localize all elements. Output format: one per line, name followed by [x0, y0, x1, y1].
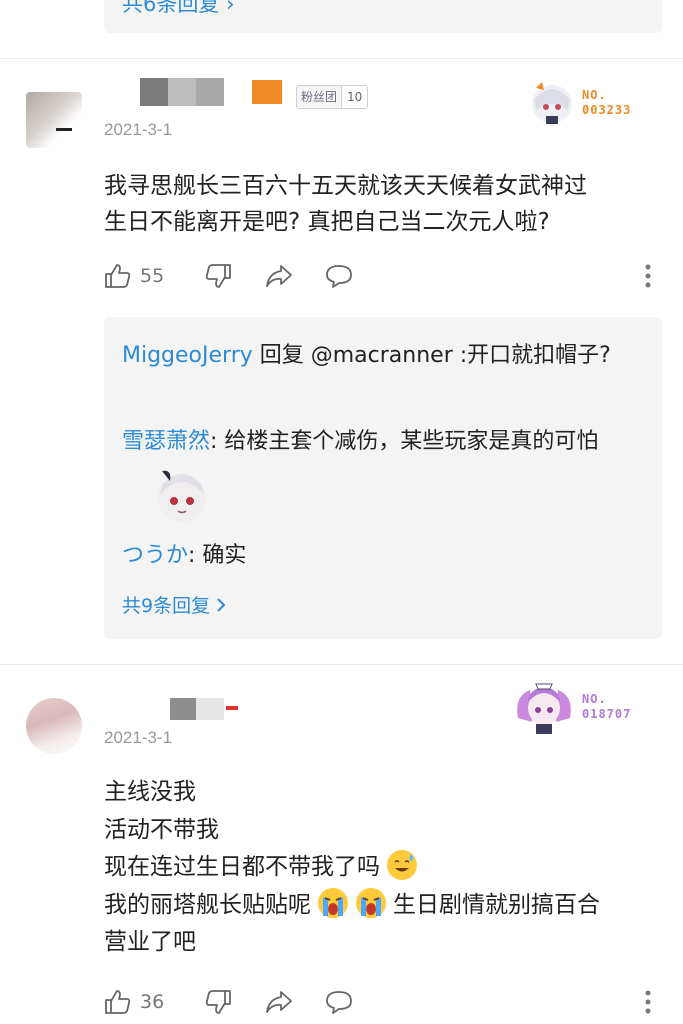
reply-text: : 确实 [188, 543, 247, 568]
thumbs-down-icon [206, 990, 232, 1014]
previous-more-replies-link[interactable]: 共6条回复 › [122, 0, 234, 18]
level-icon [252, 80, 282, 104]
badge-number-label: NO. [582, 88, 607, 102]
reply-button[interactable] [324, 988, 354, 1016]
share-arrow-icon [266, 265, 293, 287]
more-options-button[interactable] [644, 989, 652, 1015]
anime-girl-avatar-icon [532, 82, 572, 124]
comment-actions: 36 [104, 988, 652, 1016]
comment-date: 2021-3-1 [104, 728, 173, 747]
chat-bubble-icon [326, 991, 353, 1014]
badge-number: 018707 [582, 707, 632, 721]
reply-username[interactable]: MiggeoJerry [122, 343, 253, 368]
reply-item[interactable]: MiggeoJerry 回复 @macranner :开口就扣帽子? [122, 337, 642, 375]
username-redacted[interactable] [170, 698, 196, 720]
thumbs-down-icon [206, 264, 232, 288]
more-vertical-icon [645, 990, 651, 1014]
anime-sticker-icon [158, 470, 206, 522]
like-count: 36 [140, 991, 165, 1013]
content-line: 主线没我 [104, 779, 196, 805]
content-line: 我寻思舰长三百六十五天就该天天候着女武神过 [104, 173, 587, 199]
chevron-right-icon [217, 597, 226, 612]
decoration-card[interactable]: NO. 018707 [512, 678, 631, 736]
comment-actions: 55 [104, 262, 652, 290]
reply-item[interactable]: 雪瑟萧然: 给楼主套个减伤，某些玩家是真的可怕 [122, 423, 642, 461]
more-replies-link[interactable]: 共9条回复 [122, 591, 226, 618]
more-replies-label: 共9条回复 [122, 595, 211, 617]
crying-face-emoji-icon [355, 887, 386, 918]
more-options-button[interactable] [644, 263, 652, 289]
reply-text: : 给楼主套个减伤，某些玩家是真的可怕 [210, 429, 599, 454]
reply-preview-box[interactable]: MiggeoJerry 回复 @macranner :开口就扣帽子? 雪瑟萧然:… [104, 317, 662, 639]
reply-username[interactable]: つうか [122, 543, 188, 568]
content-line: 生日不能离开是吧? 真把自己当二次元人啦? [104, 209, 550, 235]
crying-face-emoji-icon [318, 887, 349, 918]
avatar[interactable] [26, 698, 82, 754]
badge-number-label: NO. [582, 692, 607, 706]
content-text: 生日剧情就别搞百合 [392, 891, 600, 918]
more-replies-label: 共6条回复 [122, 0, 220, 16]
comment-content: 我寻思舰长三百六十五天就该天天候着女武神过 生日不能离开是吧? 真把自己当二次元… [104, 168, 664, 240]
like-count: 55 [140, 265, 165, 287]
content-line: 我的丽塔舰长贴贴呢 生日剧情就别搞百合 [104, 887, 664, 925]
thumbs-up-icon [105, 264, 131, 288]
username-redacted [196, 698, 224, 720]
content-line: 活动不带我 [104, 816, 219, 843]
comment-content: 主线没我 活动不带我 现在连过生日都不带我了吗 我的丽塔舰长贴贴呢 生日剧情就别… [104, 774, 664, 962]
level-icon [226, 706, 238, 710]
thumbs-up-icon [105, 990, 131, 1014]
anime-maid-avatar-icon [517, 683, 571, 734]
share-button[interactable] [264, 988, 294, 1016]
like-button[interactable]: 55 [104, 262, 164, 290]
reply-text: 回复 @macranner :开口就扣帽子? [252, 343, 611, 368]
fan-group-badge[interactable]: 粉丝团 10 [296, 85, 369, 109]
badge-number: 003233 [582, 103, 632, 117]
content-text: 现在连过生日都不带我了吗 [104, 854, 380, 880]
chat-bubble-icon [326, 265, 353, 288]
sweat-smile-emoji-icon [387, 850, 418, 880]
divider [0, 664, 683, 665]
reply-button[interactable] [324, 262, 354, 290]
reply-item[interactable]: つうか: 确实 [122, 537, 642, 575]
username-redacted[interactable] [140, 78, 224, 106]
share-button[interactable] [264, 262, 294, 290]
divider [0, 58, 683, 59]
decoration-card[interactable]: NO. 003233 [528, 80, 631, 126]
like-button[interactable]: 36 [104, 988, 164, 1016]
dislike-button[interactable] [204, 988, 232, 1016]
content-text: 我的丽塔舰长贴贴呢 [104, 891, 311, 918]
avatar[interactable] [26, 92, 82, 148]
comment-date: 2021-3-1 [104, 120, 173, 139]
fan-badge-level: 10 [341, 86, 367, 108]
dislike-button[interactable] [204, 262, 232, 290]
chevron-right-icon: › [226, 0, 235, 16]
share-arrow-icon [266, 991, 293, 1013]
fan-badge-label: 粉丝团 [297, 86, 342, 108]
reply-username[interactable]: 雪瑟萧然 [122, 429, 210, 454]
content-line: 营业了吧 [104, 929, 196, 955]
more-vertical-icon [645, 264, 651, 288]
content-line: 现在连过生日都不带我了吗 [104, 849, 664, 887]
